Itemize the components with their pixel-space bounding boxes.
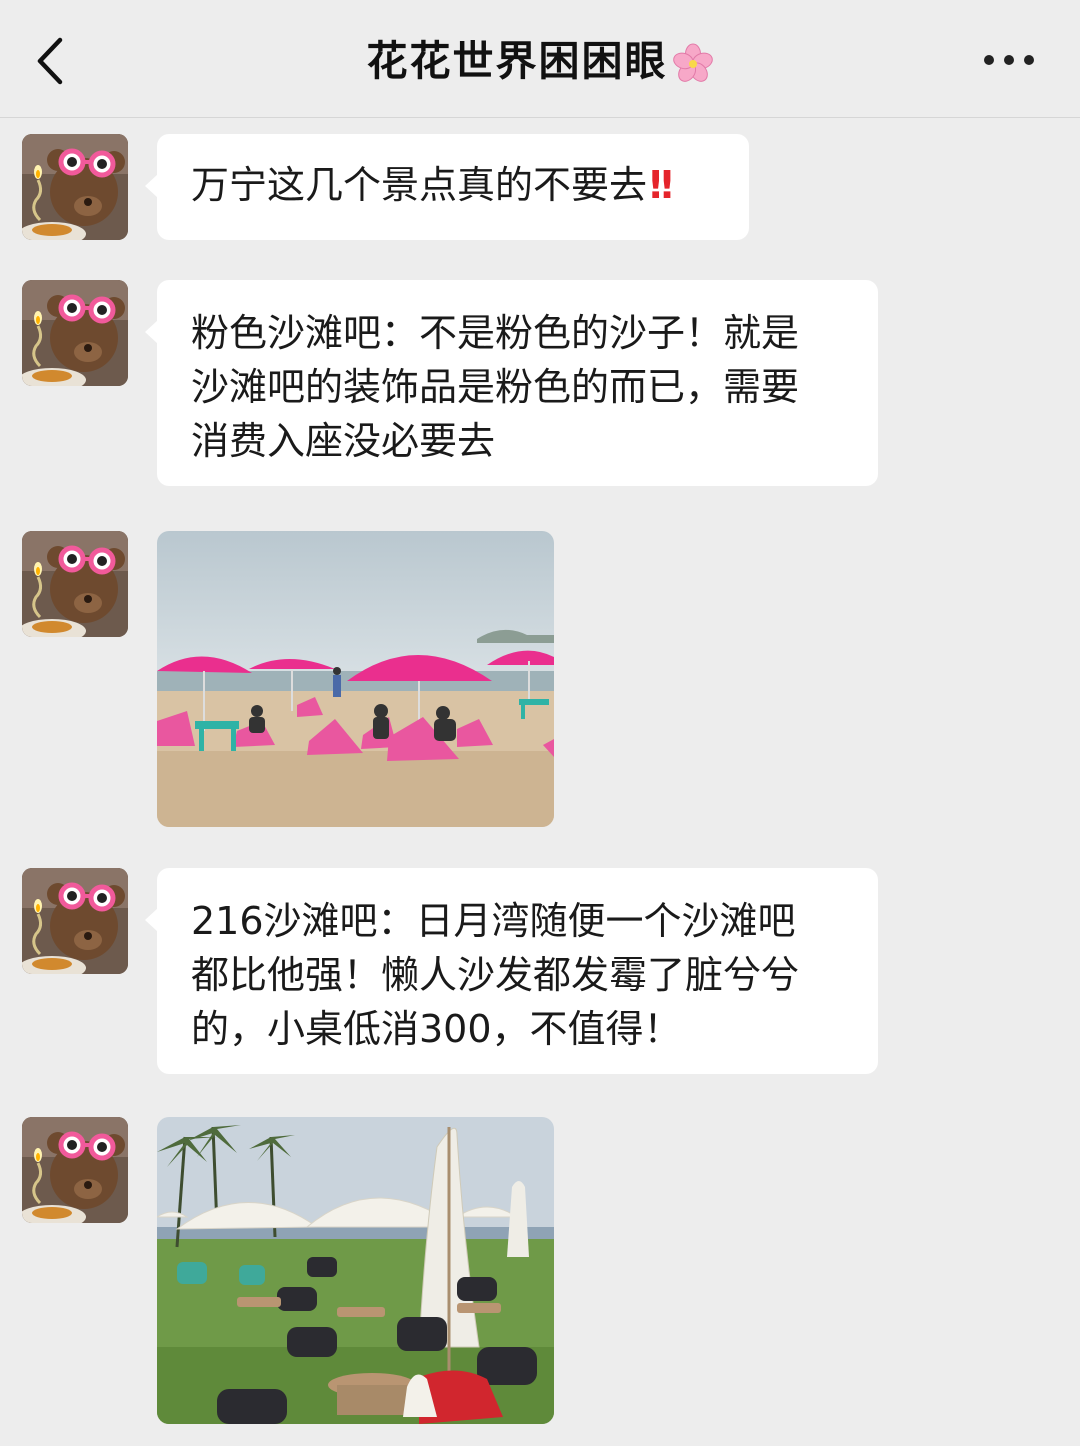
avatar[interactable] <box>22 1117 128 1223</box>
cherry-blossom-icon <box>672 43 713 82</box>
more-dots-icon[interactable] <box>984 45 1044 75</box>
white-umbrella-lawn-beach-bar-photo[interactable] <box>157 1117 554 1424</box>
double-exclamation-icon: !! <box>647 163 676 207</box>
message-text: 粉色沙滩吧：不是粉色的沙子！就是 沙滩吧的装饰品是粉色的而已，需要 消费入座没必… <box>191 311 800 463</box>
message-bubble[interactable]: 粉色沙滩吧：不是粉色的沙子！就是 沙滩吧的装饰品是粉色的而已，需要 消费入座没必… <box>145 280 878 486</box>
chat-title-text: 花花世界困困眼 <box>366 37 668 85</box>
avatar[interactable] <box>22 280 128 386</box>
pink-umbrella-beach-bar-photo[interactable] <box>157 531 554 827</box>
avatar[interactable] <box>22 868 128 974</box>
avatar[interactable] <box>22 134 128 240</box>
message-bubble[interactable]: 216沙滩吧：日月湾随便一个沙滩吧 都比他强！懒人沙发都发霉了脏兮兮 的，小桌低… <box>145 868 878 1074</box>
chat-header: 花花世界困困眼 <box>0 0 1080 118</box>
message-text: 万宁这几个景点真的不要去 <box>191 163 648 207</box>
message-text: 216沙滩吧：日月湾随便一个沙滩吧 都比他强！懒人沙发都发霉了脏兮兮 的，小桌低… <box>191 899 800 1051</box>
chat-title: 花花世界困困眼 <box>0 30 1080 92</box>
avatar[interactable] <box>22 531 128 637</box>
message-bubble[interactable]: 万宁这几个景点真的不要去!! <box>145 134 749 240</box>
